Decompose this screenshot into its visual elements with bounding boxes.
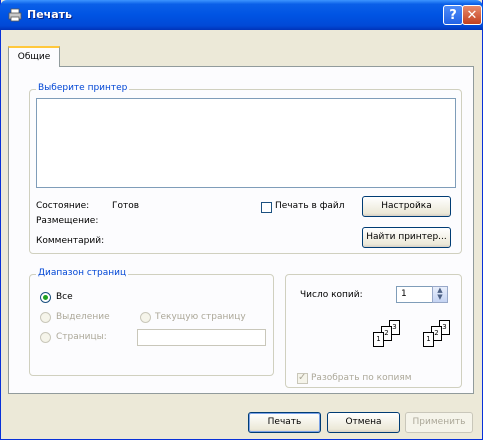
- window-title: Печать: [27, 8, 72, 21]
- copies-spinner[interactable]: ▲ ▼: [432, 286, 448, 303]
- apply-button[interactable]: Применить: [405, 412, 473, 433]
- printer-list[interactable]: [36, 98, 456, 188]
- location-label: Размещение:: [36, 216, 99, 226]
- printer-select-legend: Выберите принтер: [36, 83, 130, 93]
- status-value: Готов: [112, 201, 140, 211]
- all-pages-label[interactable]: Все: [56, 292, 73, 302]
- current-page-radio[interactable]: [140, 312, 151, 323]
- copies-input[interactable]: 1: [396, 286, 433, 303]
- status-label: Состояние:: [36, 201, 90, 211]
- page-range-legend: Диапазон страниц: [36, 268, 129, 278]
- copies-label: Число копий:: [300, 290, 363, 300]
- current-page-label[interactable]: Текущую страницу: [155, 312, 246, 322]
- pages-radio[interactable]: [40, 332, 51, 343]
- page-icon: 1: [423, 332, 434, 347]
- find-printer-button[interactable]: Найти принтер...: [362, 227, 451, 248]
- question-mark-icon: ?: [449, 8, 457, 23]
- spin-down-icon[interactable]: ▼: [433, 294, 447, 301]
- pages-input[interactable]: [137, 329, 266, 346]
- page-range-group: Диапазон страниц: [29, 268, 274, 376]
- help-button[interactable]: ?: [443, 5, 463, 25]
- print-to-file-label[interactable]: Печать в файл: [275, 201, 345, 211]
- print-button[interactable]: Печать: [248, 412, 321, 433]
- selection-label[interactable]: Выделение: [56, 312, 110, 322]
- printer-icon: [8, 8, 22, 22]
- settings-button[interactable]: Настройка: [362, 196, 451, 217]
- close-icon: ✕: [466, 8, 478, 23]
- check-icon: ✓: [298, 372, 307, 383]
- collate-label[interactable]: Разобрать по копиям: [311, 373, 412, 383]
- cancel-button[interactable]: Отмена: [327, 412, 400, 433]
- copies-value: 1: [401, 289, 407, 299]
- print-to-file-checkbox[interactable]: [261, 202, 272, 213]
- title-bar[interactable]: Печать ? ✕: [0, 0, 483, 30]
- collate-checkbox[interactable]: ✓: [297, 372, 308, 384]
- page-icon: 1: [373, 332, 384, 347]
- comment-label: Комментарий:: [36, 236, 105, 246]
- pages-label[interactable]: Страницы:: [56, 332, 107, 342]
- radio-selected-dot: [43, 295, 48, 300]
- tab-general[interactable]: Общие: [8, 46, 60, 67]
- close-button[interactable]: ✕: [462, 5, 482, 25]
- selection-radio[interactable]: [40, 312, 51, 323]
- all-pages-radio[interactable]: [40, 292, 51, 303]
